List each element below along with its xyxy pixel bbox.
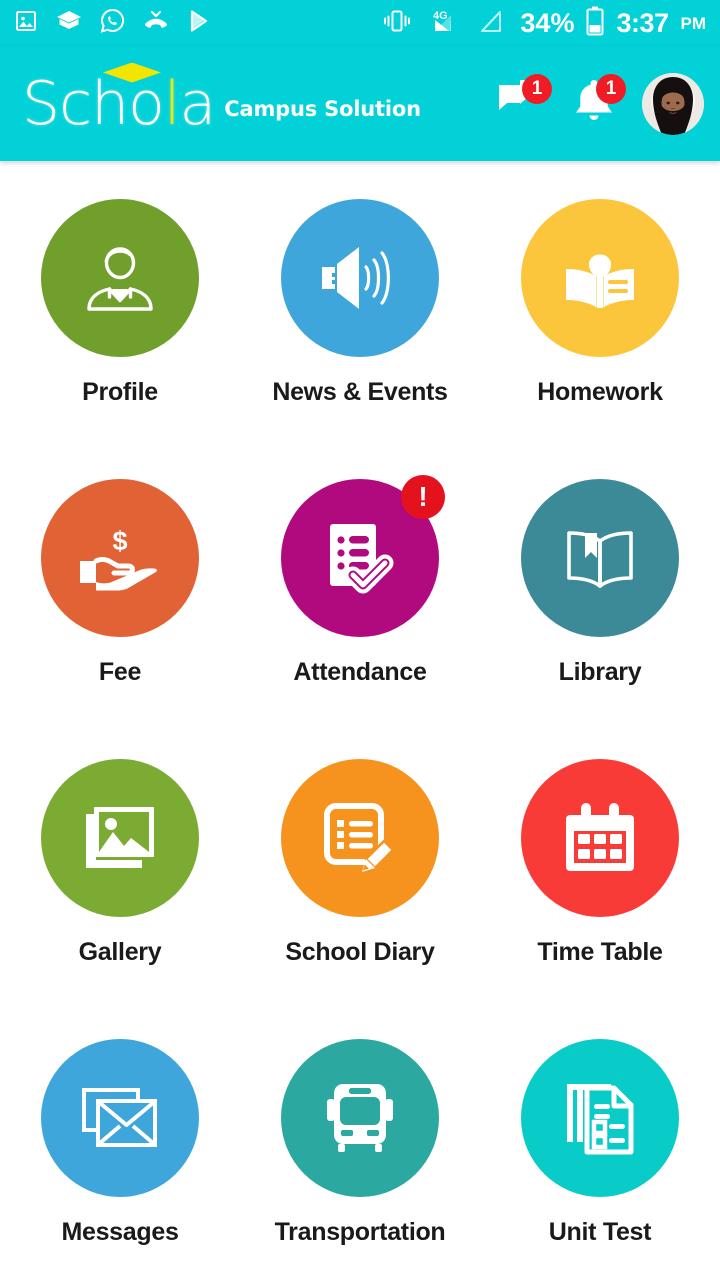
brand-wordmark: Schola	[22, 62, 216, 134]
menu-tile-attendance[interactable]: ! Attendance	[240, 475, 480, 759]
menu-tile-transportation[interactable]: Transportation	[240, 1039, 480, 1280]
tile-label: Fee	[98, 658, 142, 686]
tile-icon-circle	[521, 479, 679, 637]
envelopes-icon	[81, 1087, 159, 1149]
app-header: Schola Campus Solution 1 1	[0, 46, 720, 161]
open-book-icon	[562, 524, 638, 592]
messages-button[interactable]: 1	[494, 73, 552, 130]
bus-icon	[324, 1081, 396, 1155]
menu-tile-time-table[interactable]: Time Table	[480, 759, 720, 1039]
battery-icon	[586, 6, 604, 41]
tile-icon-circle: !	[281, 475, 445, 637]
tile-icon-circle	[521, 199, 679, 357]
notifications-button[interactable]: 1	[568, 73, 626, 130]
tile-icon-circle	[521, 1039, 679, 1197]
reading-book-icon	[561, 241, 639, 315]
tile-icon-circle	[281, 1039, 439, 1197]
brand-tagline: Campus Solution	[224, 96, 421, 121]
battery-percent-label: 34%	[520, 7, 575, 38]
tile-label: News & Events	[272, 378, 448, 406]
missed-call-icon	[143, 9, 169, 38]
menu-tile-school-diary[interactable]: School Diary	[240, 759, 480, 1039]
menu-tile-gallery[interactable]: Gallery	[0, 759, 240, 1039]
tile-label: School Diary	[285, 938, 435, 966]
menu-tile-homework[interactable]: Homework	[480, 199, 720, 479]
hand-dollar-icon: $	[78, 525, 162, 591]
note-pencil-icon	[322, 801, 398, 875]
person-bust-icon	[82, 241, 158, 315]
signal-4g-icon: 4G	[424, 7, 466, 40]
status-bar-left-icons	[14, 8, 211, 38]
tile-label: Time Table	[537, 938, 663, 966]
tile-label: Attendance	[293, 658, 427, 686]
whatsapp-icon	[100, 8, 125, 38]
megaphone-icon	[318, 242, 402, 314]
tile-icon-circle	[41, 1039, 199, 1197]
vibrate-icon	[382, 8, 412, 39]
photos-stack-icon	[83, 804, 157, 872]
brand-prefix: Scho	[22, 68, 165, 139]
tile-label: Profile	[82, 378, 158, 406]
notifications-badge: 1	[596, 73, 626, 104]
tile-label: Messages	[61, 1218, 179, 1246]
tile-icon-circle	[41, 199, 199, 357]
brand-highlight-letter: l	[163, 68, 181, 139]
books-icon	[56, 9, 82, 38]
menu-tile-library[interactable]: Library	[480, 479, 720, 759]
checklist-icon	[322, 520, 398, 596]
tile-label: Homework	[537, 378, 663, 406]
menu-tile-unit-test[interactable]: Unit Test	[480, 1039, 720, 1280]
svg-text:$: $	[112, 526, 127, 556]
play-store-icon	[187, 9, 211, 38]
header-actions: 1 1	[494, 72, 704, 135]
attendance-alert-badge: !	[401, 475, 445, 519]
menu-tile-messages[interactable]: Messages	[0, 1039, 240, 1280]
tile-icon-circle: $	[41, 479, 199, 637]
brand-suffix: a	[179, 68, 216, 139]
clock-time: 3:37	[616, 7, 669, 38]
signal-empty-icon	[478, 7, 508, 40]
status-bar-right-icons: 4G 34% 3:37 PM	[382, 6, 706, 41]
tile-icon-circle	[41, 759, 199, 917]
menu-tile-profile[interactable]: Profile	[0, 199, 240, 479]
tile-icon-circle	[521, 759, 679, 917]
calendar-grid-icon	[562, 801, 638, 875]
tile-label: Transportation	[274, 1218, 446, 1246]
clock-meridiem: PM	[680, 13, 707, 33]
status-bar: 4G 34% 3:37 PM	[0, 0, 720, 46]
tile-label: Unit Test	[548, 1218, 652, 1246]
photo-icon	[14, 9, 38, 38]
user-avatar[interactable]	[642, 72, 704, 135]
documents-icon	[563, 1080, 637, 1156]
tile-label: Gallery	[78, 938, 162, 966]
tile-icon-circle	[281, 199, 439, 357]
menu-tile-fee[interactable]: $ Fee	[0, 479, 240, 759]
menu-tile-news-events[interactable]: News & Events	[240, 199, 480, 479]
menu-grid: Profile News & Events Homework $ Fee ! A…	[0, 161, 720, 1280]
app-logo: Schola Campus Solution	[22, 62, 421, 134]
messages-badge: 1	[522, 73, 552, 104]
tile-icon-circle	[281, 759, 439, 917]
tile-label: Library	[558, 658, 642, 686]
